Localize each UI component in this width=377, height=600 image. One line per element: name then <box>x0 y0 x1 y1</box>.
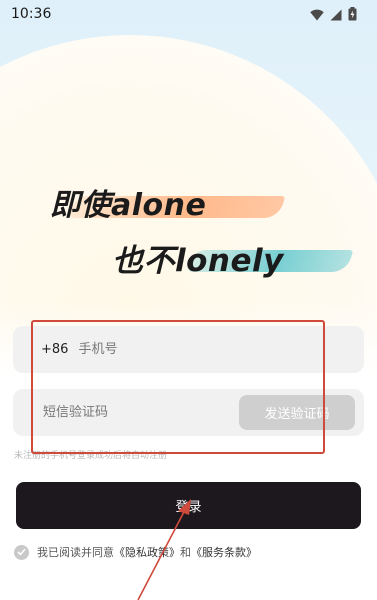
slogan: 即使alone 也不lonely <box>50 180 354 290</box>
status-bar: 10:36 <box>0 0 377 28</box>
agreement-prefix: 我已阅读并同意 <box>37 546 114 559</box>
slogan-line-2: 也不lonely <box>112 243 284 279</box>
auto-register-hint: 未注册的手机号登录成功后将自动注册 <box>14 451 168 461</box>
status-time: 10:36 <box>11 6 52 22</box>
phone-field[interactable]: +86 <box>13 326 364 373</box>
battery-icon <box>348 6 357 25</box>
terms-of-service-link[interactable]: 《服务条款》 <box>191 546 257 559</box>
privacy-policy-link[interactable]: 《隐私政策》 <box>114 546 180 559</box>
checkmark-icon <box>17 548 26 556</box>
agreement-row: 我已阅读并同意《隐私政策》和《服务条款》 <box>14 544 257 560</box>
country-code[interactable]: +86 <box>41 342 68 357</box>
agreement-and: 和 <box>180 546 191 559</box>
verification-code-input[interactable] <box>41 404 225 421</box>
send-code-button[interactable]: 发送验证码 <box>239 395 355 430</box>
wifi-icon <box>310 6 324 25</box>
cellular-signal-icon <box>330 6 342 25</box>
verification-code-field[interactable]: 发送验证码 <box>13 389 364 436</box>
login-button[interactable]: 登录 <box>16 482 361 529</box>
slogan-line-1: 即使alone <box>50 188 207 223</box>
status-icons <box>310 6 357 25</box>
phone-input[interactable] <box>76 341 311 358</box>
agree-checkbox[interactable] <box>14 544 29 560</box>
